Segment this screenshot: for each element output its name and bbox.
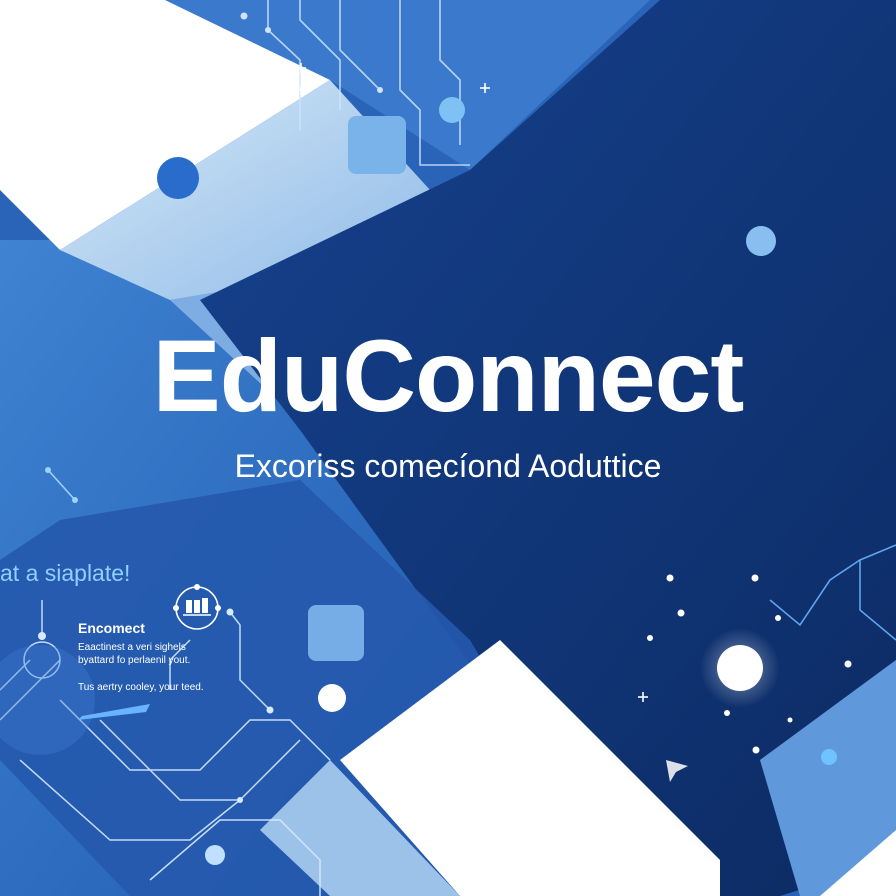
lower-white-dot [318, 684, 346, 712]
bottom-node-dot [205, 845, 225, 865]
card-body-line: byattard fo perlaenil yout. [78, 655, 191, 666]
card-body: Eaactinest a veri sighels byattard fo pe… [78, 641, 278, 667]
left-dot [157, 157, 199, 199]
top-dot [439, 97, 465, 123]
top-square [348, 116, 406, 174]
hero-title: EduConnect [152, 319, 745, 433]
card-footer: Tus aertry cooley, your teed. [78, 682, 204, 693]
poster: EduConnect Excoriss comecíond Aoduttice … [0, 0, 896, 896]
side-phrase: at a siaplate! [0, 560, 131, 586]
cyan-dot [821, 749, 837, 765]
lower-square [308, 605, 364, 661]
info-card: Encomect Eaactinest a veri sighels byatt… [78, 620, 278, 693]
hero-subtitle: Excoriss comecíond Aoduttice [234, 448, 662, 484]
moon-circle [717, 645, 763, 691]
card-heading: Encomect [78, 620, 145, 636]
right-dot [746, 226, 776, 256]
card-body-line: Eaactinest a veri sighels [78, 642, 186, 653]
